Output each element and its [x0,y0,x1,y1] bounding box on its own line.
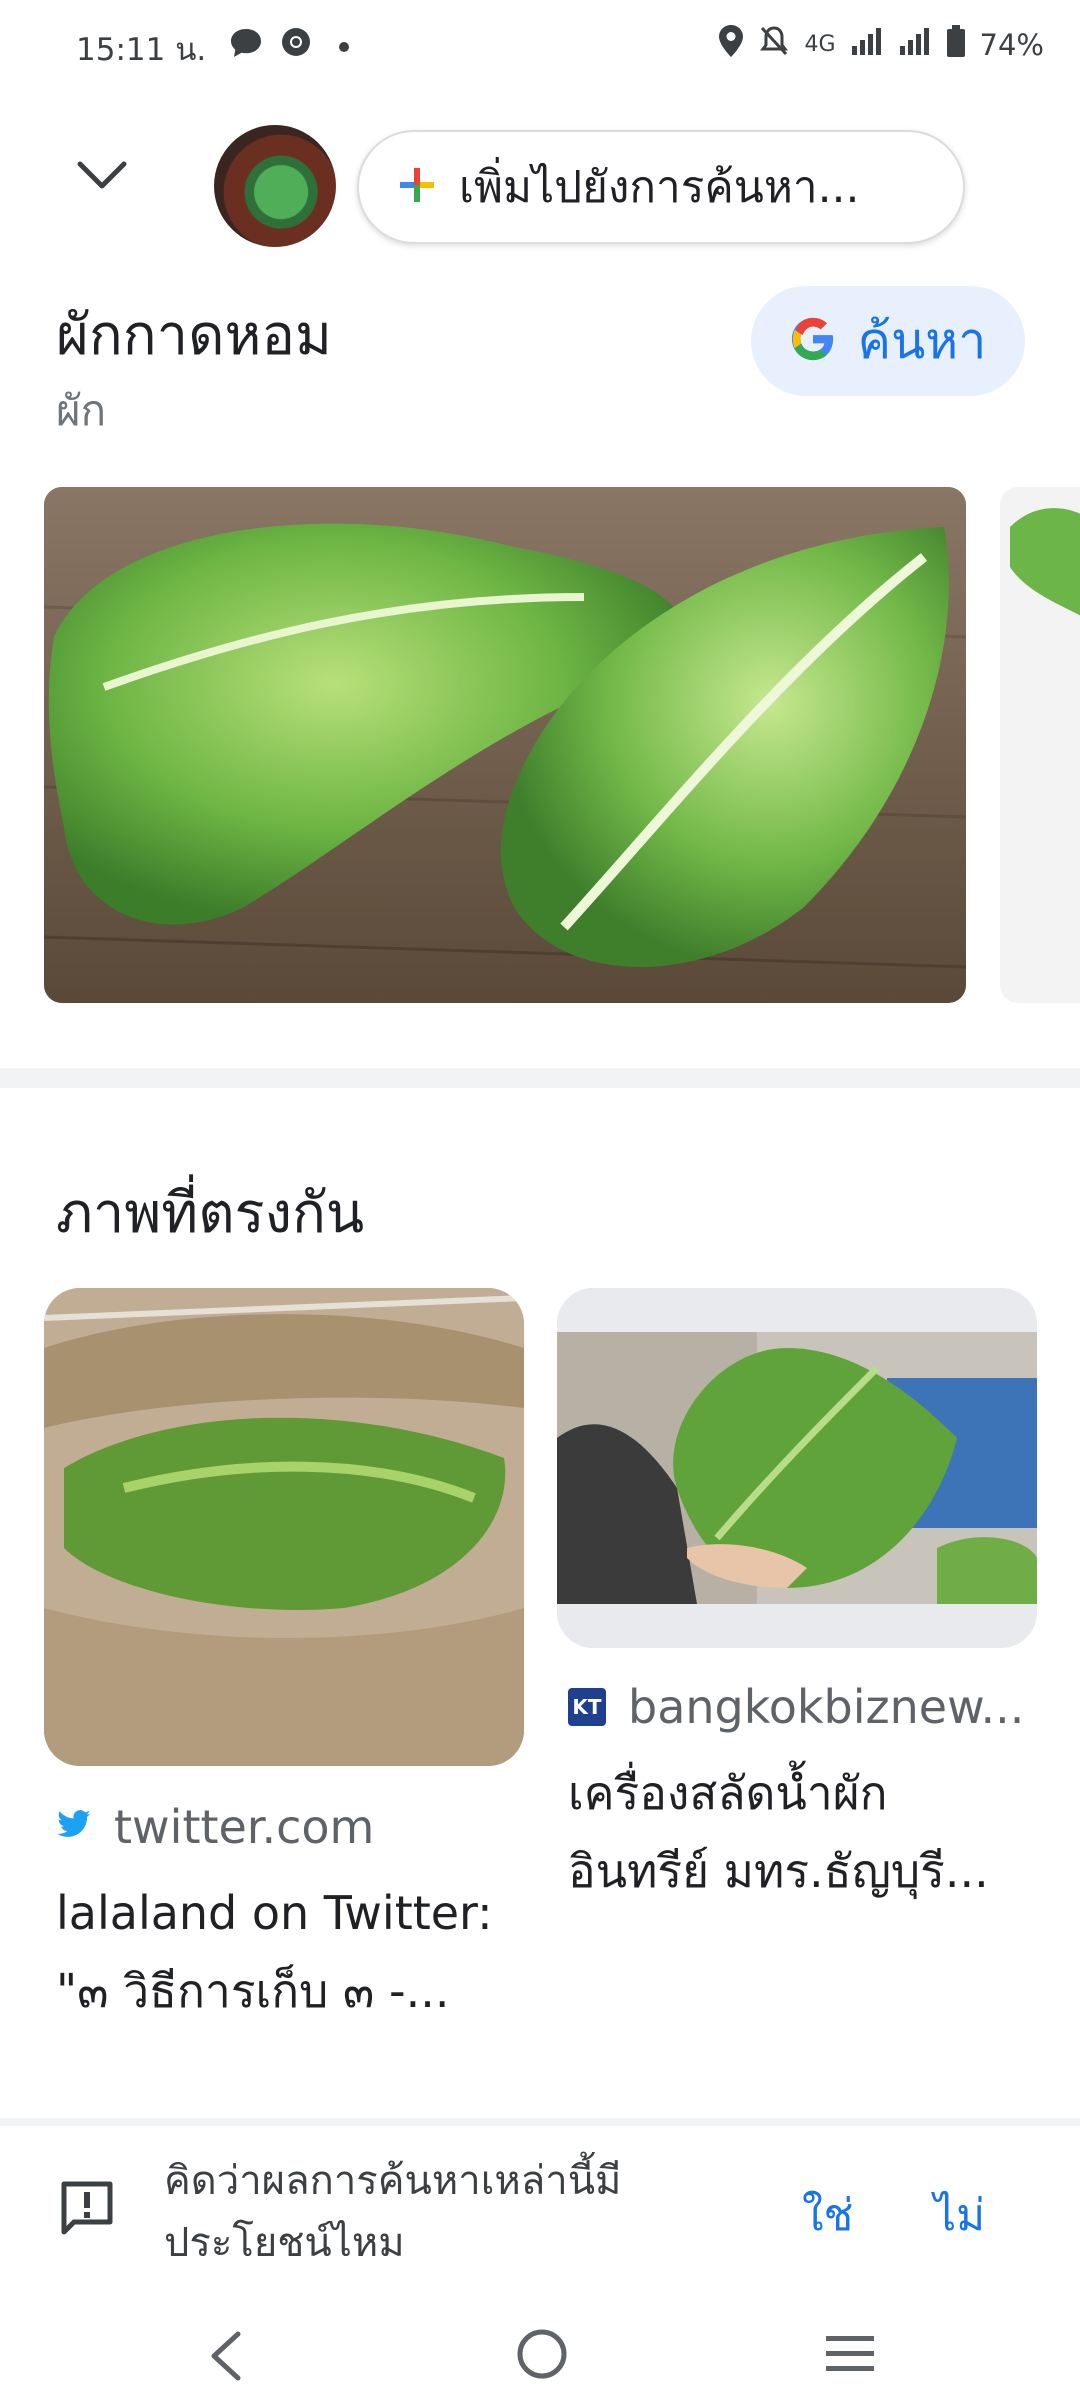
match-card-title-2[interactable]: เครื่องสลัดน้ำผัก อินทรีย์ มทร.ธัญบุรี..… [568,1754,989,1910]
match-card-title-2-line2: อินทรีย์ มทร.ธัญบุรี... [568,1844,989,1898]
next-result-image[interactable] [1000,487,1080,1003]
feedback-icon [58,2180,116,2242]
chevron-down-icon [76,161,128,196]
search-button[interactable]: ค้นหา [751,286,1025,396]
back-icon[interactable] [208,2330,244,2386]
match-card-title-2-line1: เครื่องสลัดน้ำผัก [568,1766,888,1820]
status-bar: 15:11 น. 4G 74% [0,0,1080,90]
chat-icon [228,26,264,64]
match-card-image-2[interactable] [557,1288,1037,1648]
entity-subtitle: ผัก [56,386,107,435]
match-card-source-2[interactable]: KT bangkokbiznew... [568,1680,1024,1734]
section-divider [0,1068,1080,1088]
dot-icon [338,38,350,57]
collapse-button[interactable] [76,158,128,214]
add-to-search-chip[interactable]: เพิ่มไปยังการค้นหา... [357,130,965,244]
match-card-image-1[interactable] [44,1288,524,1766]
recents-icon[interactable] [824,2332,876,2380]
battery-level: 74% [979,27,1044,62]
home-icon[interactable] [514,2326,570,2386]
navigation-bar [0,2300,1080,2408]
twitter-icon [56,1810,92,1844]
match-card-source-1[interactable]: twitter.com [56,1800,374,1854]
add-to-search-label: เพิ่มไปยังการค้นหา... [459,162,860,213]
status-time: 15:11 น. [76,32,207,68]
search-button-label: ค้นหา [857,311,987,370]
match-card-source-text-1: twitter.com [114,1800,375,1854]
feedback-question: คิดว่าผลการค้นหาเหล่านี้มีประโยชน์ไหม [164,2158,622,2266]
feedback-divider [0,2118,1080,2126]
battery-icon [946,24,966,65]
signal-icon [850,26,884,63]
match-card-title-1-line2: "๓ วิธีการเก็บ ๓ -... [56,1964,450,2018]
match-card-title-1[interactable]: lalaland on Twitter: "๓ วิธีการเก็บ ๓ -.… [56,1874,493,2030]
feedback-no-button[interactable]: ไม่ [934,2180,985,2250]
plus-icon [397,165,437,209]
network-type: 4G [804,32,836,57]
location-icon [718,24,744,65]
chrome-icon [280,26,312,62]
main-result-image[interactable] [44,487,966,1003]
mute-icon [758,24,790,65]
google-g-icon [790,316,836,366]
section-title: ภาพที่ตรงกัน [56,1181,365,1246]
source-badge-icon: KT [568,1688,606,1726]
entity-title: ผักกาดหอม [56,303,332,368]
query-image-thumbnail[interactable] [214,125,336,247]
match-card-title-1-line1: lalaland on Twitter: [56,1886,493,1940]
status-right: 4G 74% [718,24,1044,65]
match-card-source-text-2: bangkokbiznew... [628,1680,1025,1734]
feedback-yes-button[interactable]: ใช่ [802,2180,853,2250]
signal-icon-2 [898,26,932,63]
